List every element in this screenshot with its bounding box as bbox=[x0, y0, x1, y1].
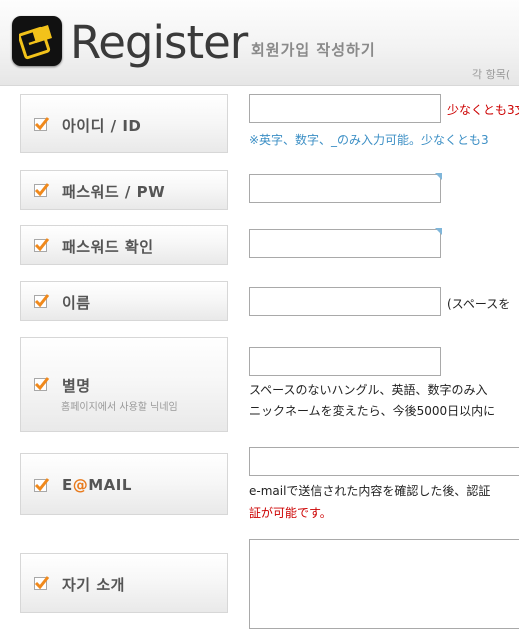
email-hint-line1: e-mailで送信された内容を確認した後、認証 bbox=[249, 484, 491, 498]
intro-textarea[interactable] bbox=[249, 539, 519, 629]
label-password-text: 패스워드 / PW bbox=[62, 183, 166, 201]
label-name-text: 이름 bbox=[62, 294, 91, 312]
password-confirm-field-wrap bbox=[249, 228, 442, 258]
label-id: 아이디 / ID bbox=[20, 94, 228, 153]
check-icon bbox=[34, 238, 50, 252]
email-hint-line2: 証が可能です。 bbox=[249, 506, 332, 520]
id-input[interactable] bbox=[249, 94, 441, 123]
register-logo-icon bbox=[12, 16, 62, 66]
password-field-wrap bbox=[249, 173, 442, 203]
id-hint-text: ※英字、数字、_のみ入力可能。少なくとも3 bbox=[249, 133, 489, 147]
label-password: 패스워드 / PW bbox=[20, 170, 228, 210]
label-id-text: 아이디 / ID bbox=[62, 117, 142, 135]
email-input[interactable] bbox=[249, 447, 519, 476]
label-email-suffix: MAIL bbox=[88, 476, 132, 494]
register-header: Register 회원가입 작성하기 각 항목( bbox=[0, 0, 519, 86]
name-note-text: (スペースを bbox=[447, 297, 511, 311]
label-email-text: E@MAIL bbox=[62, 476, 132, 494]
check-icon bbox=[34, 294, 50, 308]
check-icon bbox=[34, 576, 50, 590]
nickname-hint-line1: スペースのないハングル、英語、数字のみ入 bbox=[249, 383, 488, 397]
label-name: 이름 bbox=[20, 281, 228, 321]
check-icon bbox=[34, 377, 50, 391]
check-icon bbox=[34, 117, 50, 131]
label-intro-text: 자기 소개 bbox=[62, 576, 125, 594]
name-input[interactable] bbox=[249, 287, 441, 316]
label-intro: 자기 소개 bbox=[20, 553, 228, 613]
label-nickname-text: 별명 bbox=[62, 377, 91, 395]
required-notice: 각 항목( bbox=[472, 68, 511, 81]
label-email: E@MAIL bbox=[20, 453, 228, 515]
label-email-at: @ bbox=[72, 476, 89, 494]
nickname-hint-line2: ニックネームを変えたら、今後5000日以内に bbox=[249, 404, 496, 418]
password-confirm-input[interactable] bbox=[249, 229, 441, 258]
label-password-confirm-text: 패스워드 확인 bbox=[62, 238, 154, 256]
page-subtitle: 회원가입 작성하기 bbox=[251, 41, 376, 59]
password-input[interactable] bbox=[249, 174, 441, 203]
check-icon bbox=[34, 183, 50, 197]
check-icon bbox=[34, 478, 50, 492]
label-email-prefix: E bbox=[62, 476, 73, 494]
label-password-confirm: 패스워드 확인 bbox=[20, 225, 228, 265]
nickname-input[interactable] bbox=[249, 347, 441, 376]
label-nickname-sub: 홈페이지에서 사용할 닉네임 bbox=[61, 402, 178, 413]
page-title: Register bbox=[70, 16, 248, 69]
label-nickname: 별명 홈페이지에서 사용할 닉네임 bbox=[20, 337, 228, 432]
id-error-text: 少なくとも3文 bbox=[447, 103, 519, 117]
